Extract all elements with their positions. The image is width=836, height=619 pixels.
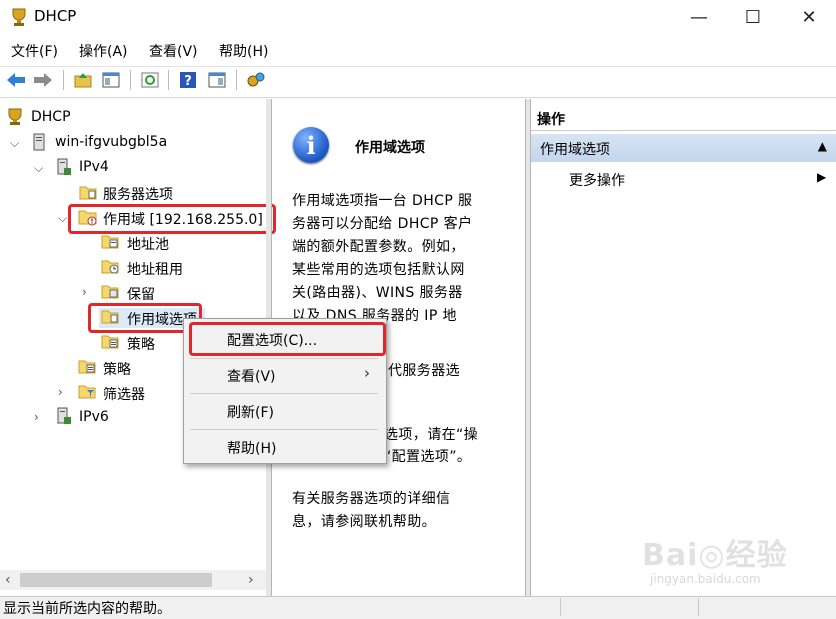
tree-address-pool[interactable]: 地址池 [127,234,169,254]
submenu-arrow-icon: ▶ [817,170,827,184]
minimize-button[interactable]: — [676,0,722,34]
watermark-url: jingyan.baidu.com [650,572,761,586]
tree-scope-policies[interactable]: 策略 [127,334,155,354]
description-line: 务器可以分配给 DHCP 客户 [292,216,473,232]
description-line: 关(路由器)、WINS 服务器 [292,285,463,301]
watermark-logo: Bai◎经验 [642,538,788,573]
tree-reservations[interactable]: 保留 [127,284,155,304]
description-line: 端的额外配置参数。例如， [292,239,465,255]
context-separator [190,393,378,394]
menu-action[interactable]: 操作(A) [79,41,128,61]
policies-icon [101,333,119,353]
context-help[interactable]: 帮助(H) [227,438,276,458]
tree-server[interactable]: win-ifgvubgbl5a [55,134,167,150]
description-footer-line: 息，请参阅联机帮助。 [292,514,436,530]
actions-group-label: 作用域选项 [540,142,610,158]
menu-file[interactable]: 文件(F) [11,41,58,61]
more-actions-item[interactable]: 更多操作 [569,170,625,190]
context-separator [190,358,378,359]
chevron-down-icon[interactable]: ⌵ [58,211,67,226]
server-icon [32,133,46,155]
context-separator [190,429,378,430]
description-partial-line: 选项，请在“操 [384,427,479,443]
scope-highlight-box [68,204,276,234]
info-icon: i [293,127,329,163]
actions-group-scope-options[interactable]: 作用域选项 ▲ [531,134,836,162]
tree-address-leases[interactable]: 地址租用 [127,259,183,279]
toolbar-separator [130,70,131,90]
chevron-right-icon[interactable]: › [34,410,39,424]
chevron-down-icon[interactable]: ⌵ [10,136,19,151]
actions-header: 操作 [531,105,836,131]
tree-server-options[interactable]: 服务器选项 [103,184,173,204]
dhcp-server-icon[interactable] [245,69,267,91]
chevron-right-icon[interactable]: › [82,285,87,299]
show-hide-tree-icon[interactable] [100,69,122,91]
tree-dhcp-root[interactable]: DHCP [31,109,71,125]
description-partial-line: “配置选项”。 [384,449,472,465]
maximize-button[interactable]: ☐ [730,0,776,34]
server-options-icon [79,184,97,204]
chevron-right-icon[interactable]: › [58,385,63,399]
toolbar-separator [236,70,237,90]
status-separator [698,598,699,616]
description-title: 作用域选项 [355,140,425,156]
dhcp-root-icon [6,108,24,130]
status-text: 显示当前所选内容的帮助。 [3,601,171,617]
description-line: 作用域选项指一台 DHCP 服 [292,193,473,209]
status-separator [560,598,561,616]
scrollbar-thumb[interactable] [20,573,212,587]
reservations-icon [101,283,119,303]
description-line: 某些常用的选项包括默认网 [292,262,465,278]
menu-view[interactable]: 查看(V) [149,41,198,61]
tree-policies[interactable]: 策略 [103,359,131,379]
menu-help[interactable]: 帮助(H) [219,41,268,61]
toolbar-separator [168,70,169,90]
context-refresh[interactable]: 刷新(F) [227,402,274,422]
ipv4-icon [55,158,73,180]
tree-ipv4[interactable]: IPv4 [79,159,109,175]
dhcp-trophy-icon [9,7,29,27]
up-folder-icon[interactable] [72,69,94,91]
submenu-arrow-icon: › [364,364,370,382]
configure-highlight-box [189,322,386,356]
toolbar-separator [63,70,64,90]
refresh-icon[interactable] [139,69,161,91]
description-partial-line: 代服务器选 [388,363,460,379]
ipv6-icon [55,407,73,429]
svg-text:?: ? [184,74,192,89]
description-footer-line: 有关服务器选项的详细信 [292,491,451,507]
address-leases-icon [101,258,119,278]
actions-header-label: 操作 [537,112,565,128]
tree-filters[interactable]: 筛选器 [103,384,145,404]
help-icon[interactable]: ? [177,69,199,91]
window-title: DHCP [34,7,77,25]
collapse-up-icon[interactable]: ▲ [818,139,827,153]
chevron-down-icon[interactable]: ⌵ [34,161,43,176]
policies-icon [78,358,96,378]
scroll-right-icon[interactable]: › [248,572,254,588]
context-view[interactable]: 查看(V) [227,366,276,386]
toolbar [0,66,836,98]
tree-ipv6[interactable]: IPv6 [79,409,109,425]
address-pool-icon [101,233,119,253]
properties-icon[interactable] [206,69,228,91]
back-icon[interactable] [5,69,27,91]
filter-icon [78,383,96,403]
forward-icon[interactable] [32,69,54,91]
close-button[interactable]: ✕ [786,0,832,34]
scroll-left-icon[interactable]: ‹ [5,572,11,588]
